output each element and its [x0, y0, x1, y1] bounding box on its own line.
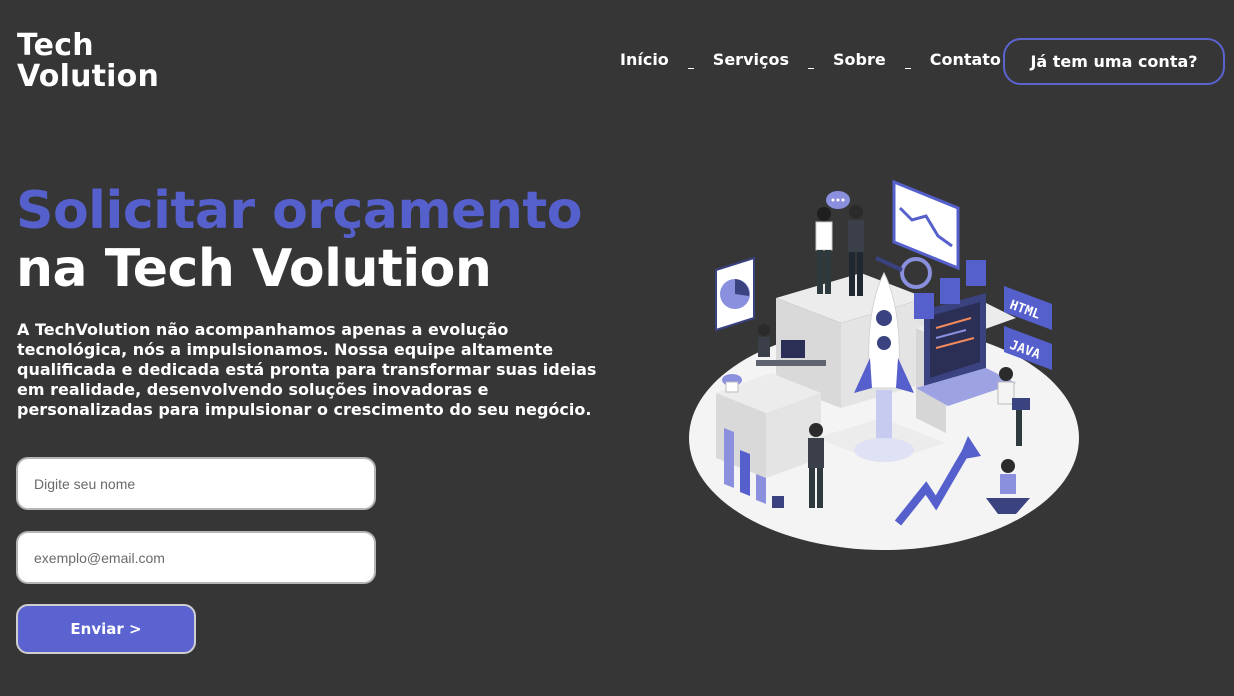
- nav-separator: [807, 68, 814, 69]
- account-login-button[interactable]: Já tem uma conta?: [1003, 38, 1225, 85]
- nav-item-servicos[interactable]: Serviços: [713, 50, 789, 69]
- nav-item-sobre[interactable]: Sobre: [833, 50, 886, 69]
- main-nav: Início Serviços Sobre Contato: [620, 50, 1001, 69]
- html-tag: HTML: [1004, 286, 1052, 330]
- nav-item-contato[interactable]: Contato: [930, 50, 1001, 69]
- nav-separator: [904, 68, 911, 69]
- chat-bubble-icon: [826, 191, 850, 209]
- hero-title-rest: na Tech Volution: [16, 239, 492, 299]
- pie-chart-panel: [715, 256, 755, 332]
- name-input[interactable]: [16, 457, 376, 510]
- hero-title: Solicitar orçamento na Tech Volution: [16, 181, 583, 299]
- brand-line-1: Tech: [17, 28, 94, 63]
- tech-team-illustration: HTML JAVA: [689, 179, 1079, 550]
- nav-item-inicio[interactable]: Início: [620, 50, 669, 69]
- line-chart-panel: [892, 179, 960, 271]
- brand-logo[interactable]: Tech Volution: [17, 30, 159, 92]
- hero-description: A TechVolution não acompanhamos apenas a…: [17, 320, 597, 419]
- brand-line-2: Volution: [17, 59, 160, 94]
- email-input[interactable]: [16, 531, 376, 584]
- nav-separator: [687, 68, 694, 69]
- hero-title-accent: Solicitar orçamento: [16, 181, 583, 241]
- submit-button[interactable]: Enviar >: [16, 604, 196, 654]
